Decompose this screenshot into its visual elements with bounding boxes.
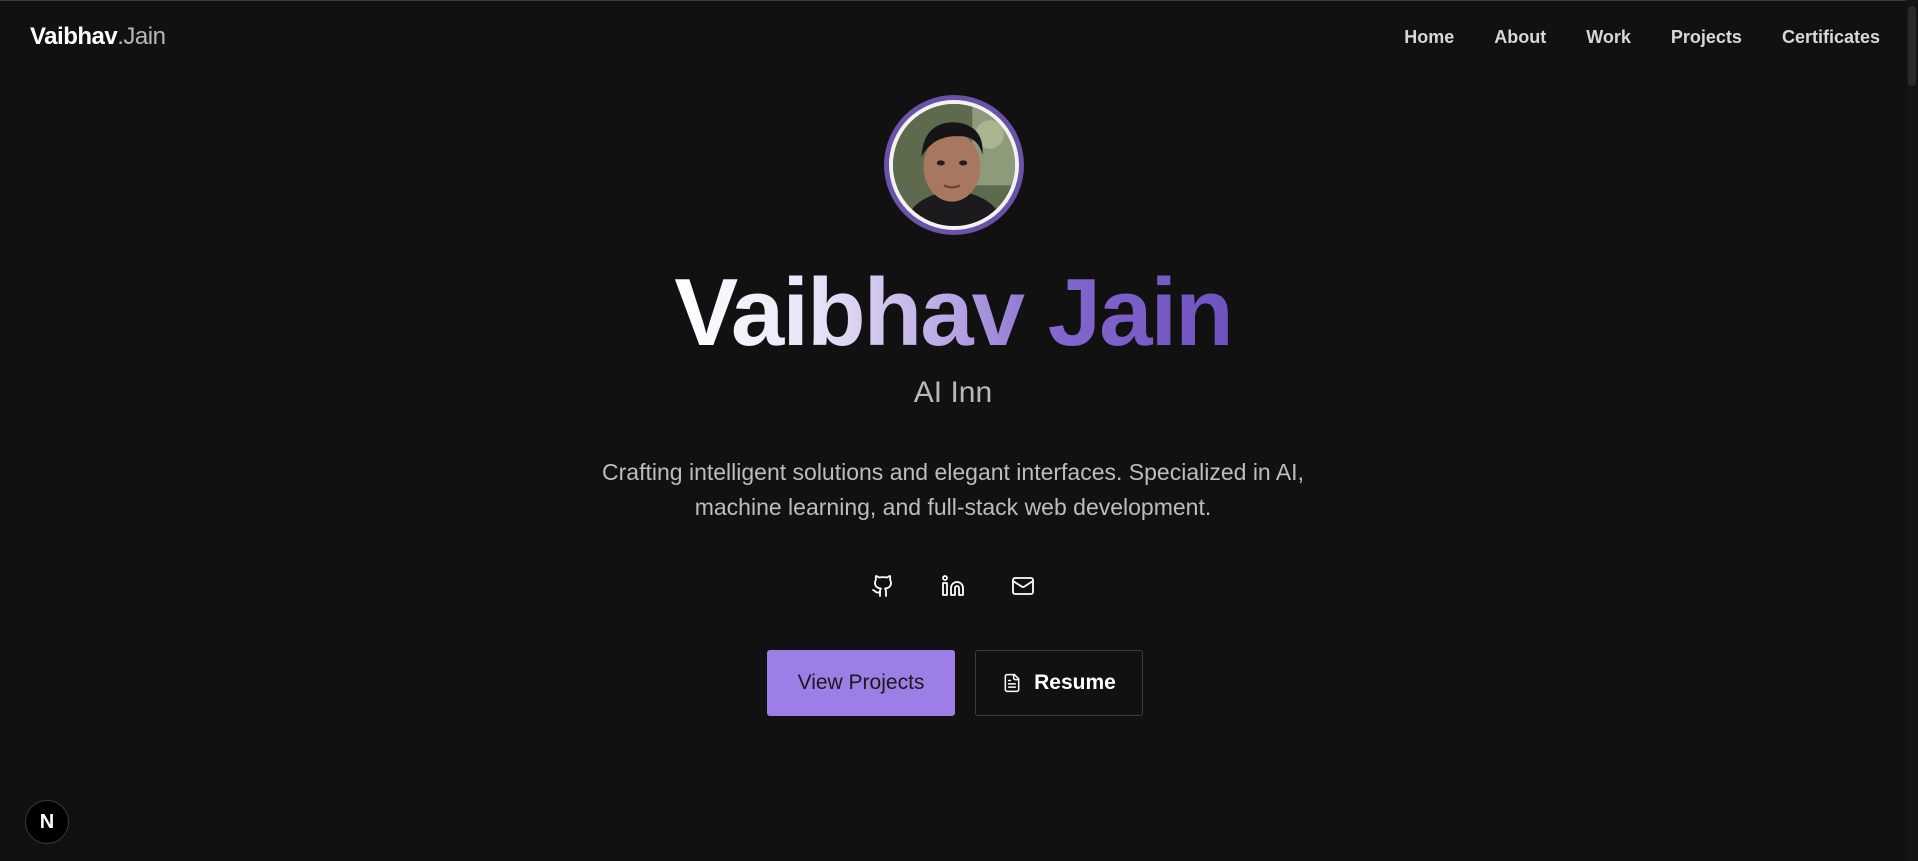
site-logo[interactable]: Vaibhav.Jain <box>30 23 166 51</box>
top-border <box>0 0 1918 1</box>
nextjs-dev-badge[interactable]: N <box>25 800 69 844</box>
resume-label: Resume <box>1034 671 1116 694</box>
hero-name: Vaibhav Jain <box>674 259 1234 366</box>
hero-subtitle: AI Inn <box>913 376 993 409</box>
description-line-2: machine learning, and full-stack web dev… <box>694 494 1212 520</box>
hero-name-container: Vaibhav Jain <box>0 258 1906 368</box>
linkedin-icon[interactable] <box>937 570 969 602</box>
github-icon[interactable] <box>867 570 899 602</box>
avatar-ring <box>884 95 1024 235</box>
nav-certificates[interactable]: Certificates <box>1782 27 1880 48</box>
resume-button[interactable]: Resume <box>975 650 1143 716</box>
nav-projects[interactable]: Projects <box>1671 27 1742 48</box>
hero-description: Crafting intelligent solutions and elega… <box>553 455 1353 525</box>
logo-first-name: Vaibhav <box>30 23 118 50</box>
avatar <box>893 104 1015 226</box>
nav-about[interactable]: About <box>1494 27 1546 48</box>
file-text-icon <box>1004 673 1020 693</box>
main-nav: Home About Work Projects Certificates <box>1404 27 1880 48</box>
page-scrollbar[interactable] <box>1906 0 1918 861</box>
profile-photo-icon <box>893 104 1015 226</box>
nav-work[interactable]: Work <box>1586 27 1631 48</box>
social-links <box>0 570 1906 602</box>
mail-icon[interactable] <box>1007 570 1039 602</box>
description-line-1: Crafting intelligent solutions and elega… <box>602 459 1304 485</box>
nav-home[interactable]: Home <box>1404 27 1454 48</box>
scrollbar-thumb[interactable] <box>1908 6 1916 86</box>
logo-last-name: .Jain <box>117 23 166 50</box>
view-projects-button[interactable]: View Projects <box>767 650 955 716</box>
avatar-frame <box>889 100 1019 230</box>
